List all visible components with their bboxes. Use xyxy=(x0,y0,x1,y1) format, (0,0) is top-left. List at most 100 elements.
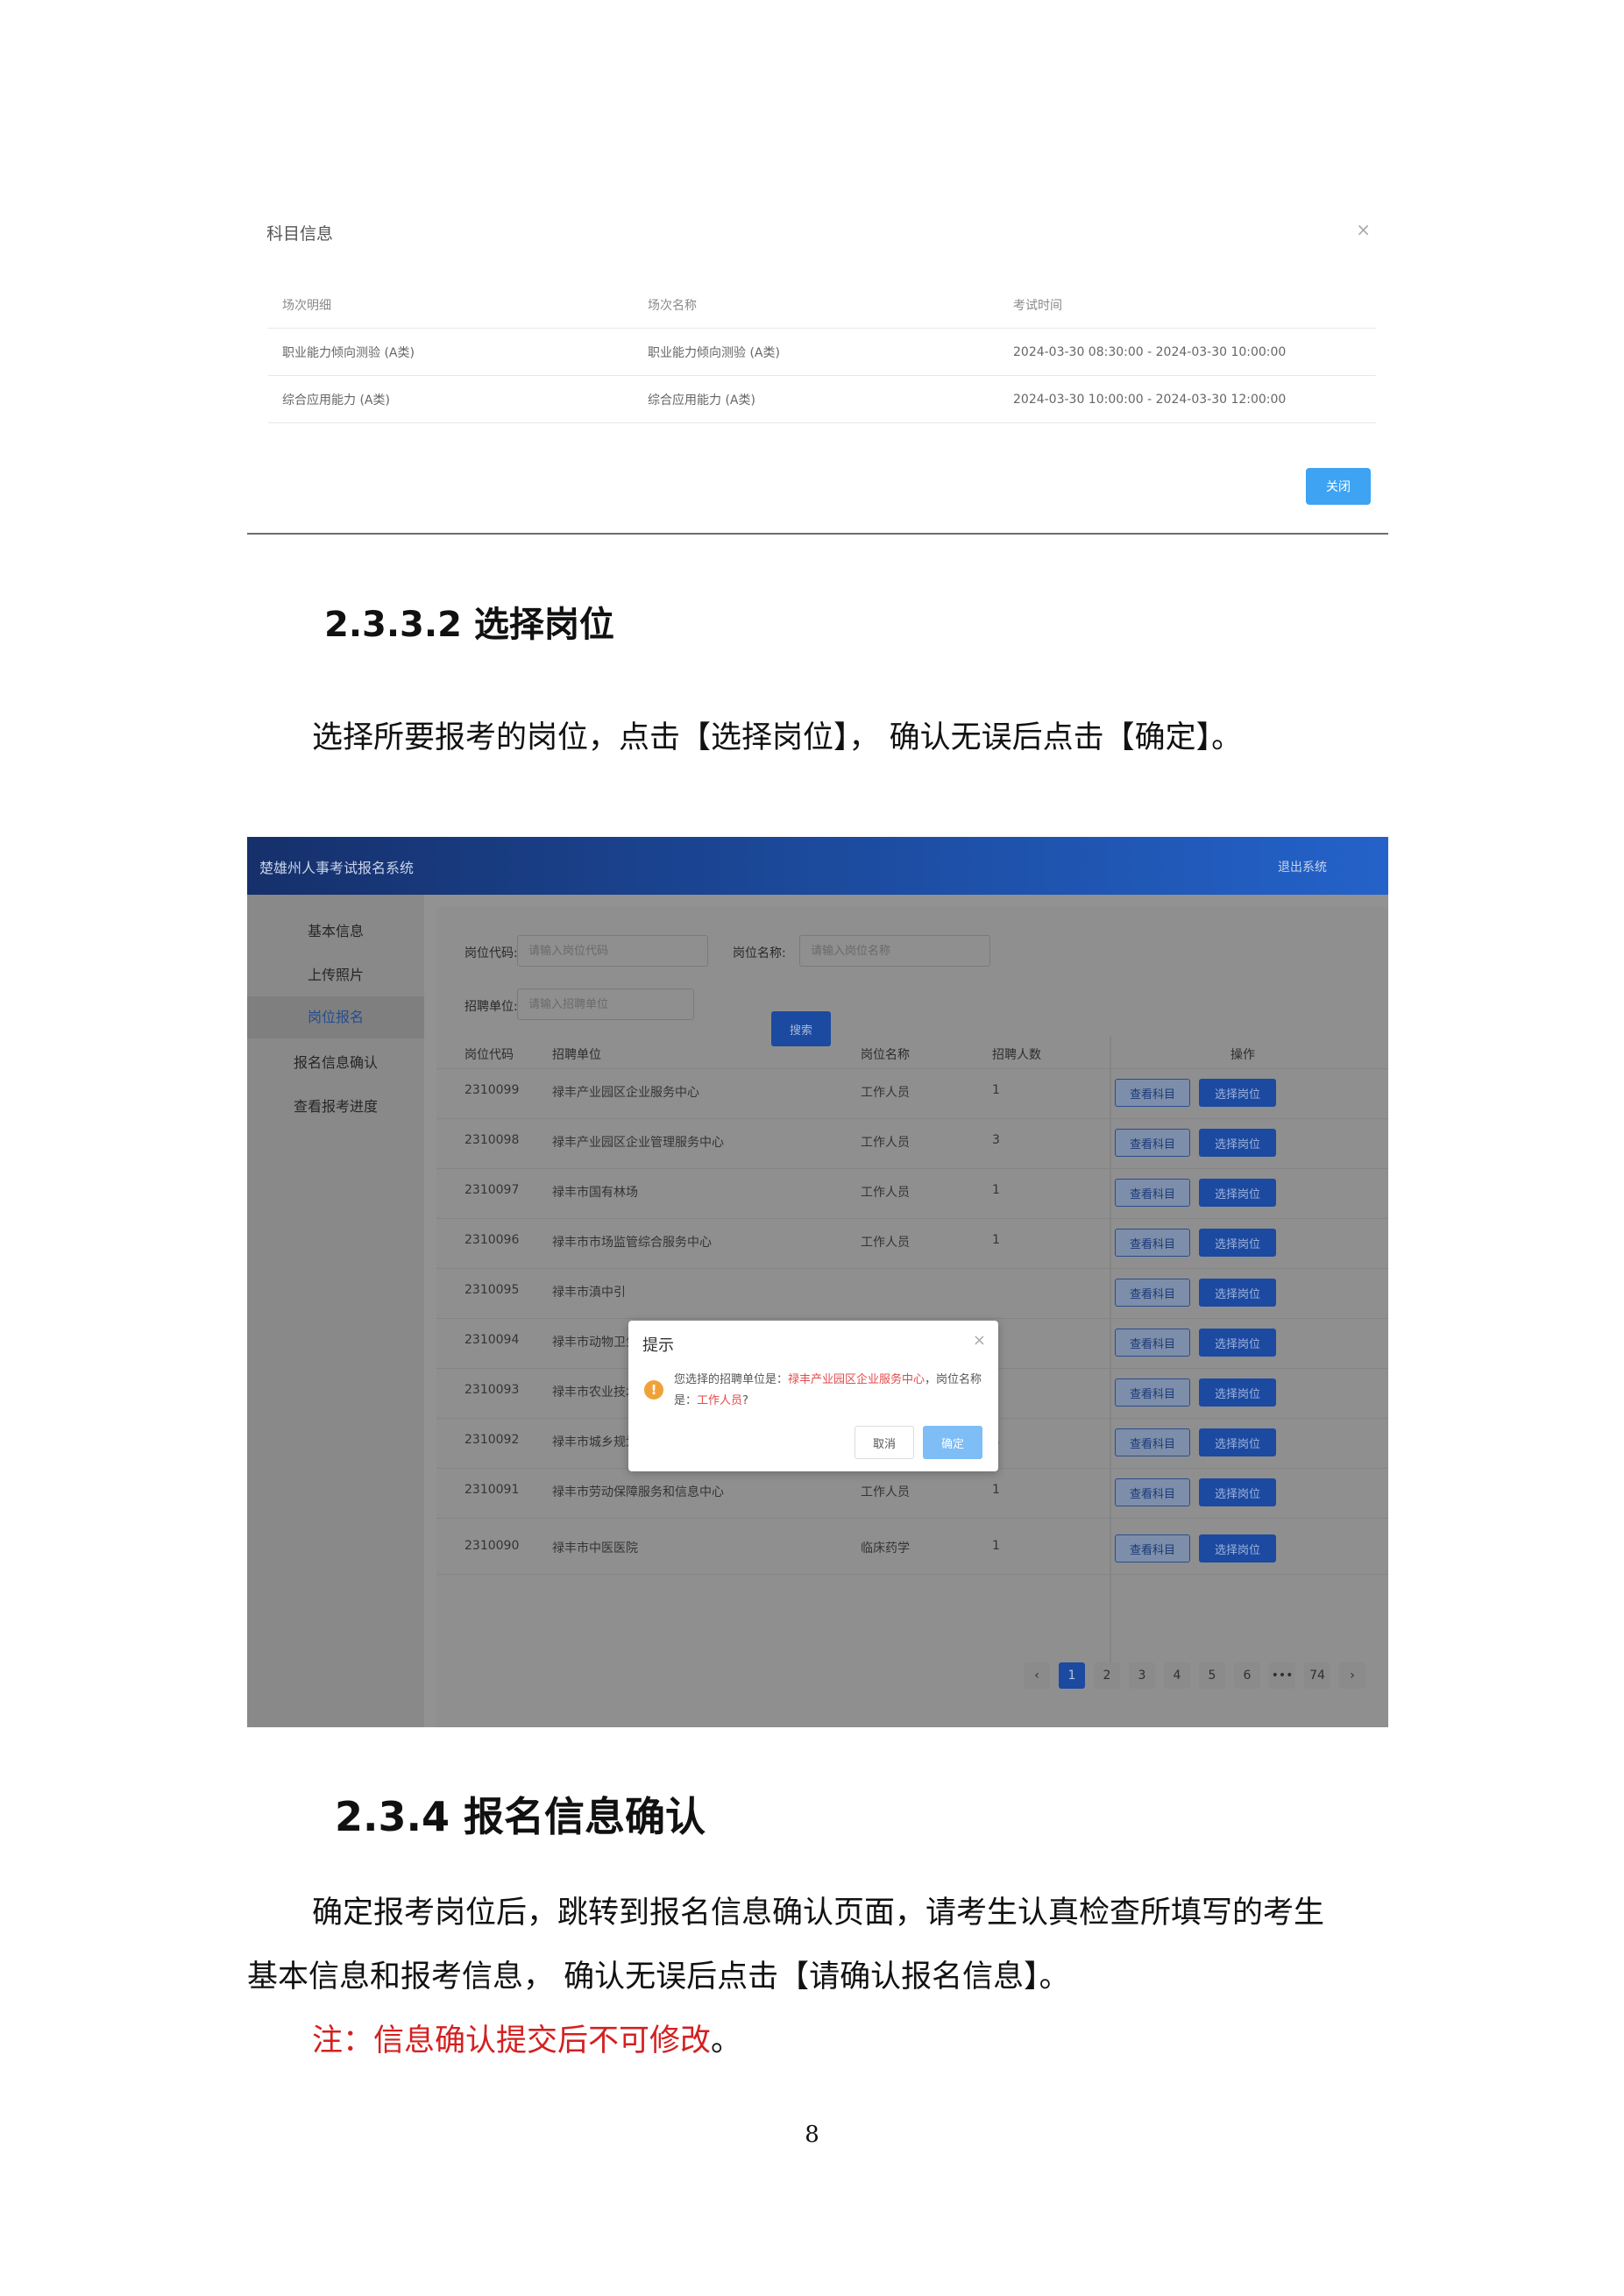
select-position-button[interactable]: 选择岗位 xyxy=(1199,1428,1276,1456)
select-position-button[interactable]: 选择岗位 xyxy=(1199,1378,1276,1407)
selected-position: 工作人员 xyxy=(697,1394,743,1407)
warning-icon: ! xyxy=(644,1380,663,1400)
logout-link[interactable]: 退出系统 xyxy=(1278,858,1327,875)
divider xyxy=(247,533,1388,535)
select-position-button[interactable]: 选择岗位 xyxy=(1199,1478,1276,1506)
headcount: 1 xyxy=(992,1083,1000,1097)
subject-table: 场次明细 场次名称 考试时间 职业能力倾向测验 (A类) 职业能力倾向测验 (A… xyxy=(268,282,1376,423)
subject-info-dialog: 科目信息 × 场次明细 场次名称 考试时间 职业能力倾向测验 (A类) 职业能力… xyxy=(247,195,1386,530)
page-button[interactable]: ••• xyxy=(1269,1662,1295,1689)
select-position-button[interactable]: 选择岗位 xyxy=(1199,1534,1276,1563)
close-button[interactable]: 关闭 xyxy=(1306,468,1371,505)
column-header: 岗位名称 xyxy=(861,1048,910,1062)
job-code: 2310096 xyxy=(465,1233,520,1247)
page-button[interactable]: 4 xyxy=(1164,1662,1190,1689)
select-position-button[interactable]: 选择岗位 xyxy=(1199,1329,1276,1357)
search-button[interactable]: 搜索 xyxy=(771,1011,831,1046)
cancel-button[interactable]: 取消 xyxy=(855,1426,914,1459)
job-code: 2310090 xyxy=(465,1539,520,1553)
modal-title: 提示 xyxy=(642,1336,674,1355)
page-button[interactable]: 2 xyxy=(1094,1662,1120,1689)
modal-message: 您选择的招聘单位是：禄丰产业园区企业服务中心，岗位名称是：工作人员? xyxy=(674,1370,982,1412)
table-row: 2310091 禄丰市劳动保障服务和信息中心 工作人员 1 查看科目 选择岗位 xyxy=(436,1468,1388,1519)
section-body: 选择所要报考的岗位，点击【选择岗位】， 确认无误后点击【确定】。 xyxy=(312,720,1243,755)
table-row: 2310097 禄丰市国有林场 工作人员 1 查看科目 选择岗位 xyxy=(436,1168,1388,1219)
pagination: ‹ 1 2 3 4 5 6 ••• 74 › xyxy=(1024,1662,1374,1689)
page-number: 8 xyxy=(805,2122,819,2148)
select-position-button[interactable]: 选择岗位 xyxy=(1199,1229,1276,1257)
note-text: 注：信息确认提交后不可修改 xyxy=(312,2023,712,2059)
sidebar-item-confirm-info[interactable]: 报名信息确认 xyxy=(247,1051,424,1072)
session-name: 职业能力倾向测验 (A类) xyxy=(634,328,999,376)
headcount: 3 xyxy=(992,1133,1000,1147)
job-code: 2310094 xyxy=(465,1333,520,1347)
next-page-button[interactable]: › xyxy=(1339,1662,1365,1689)
select-position-button[interactable]: 选择岗位 xyxy=(1199,1079,1276,1107)
code-input[interactable] xyxy=(517,935,708,967)
recruiting-unit: 禄丰市市场监管综合服务中心 xyxy=(552,1236,712,1250)
close-icon[interactable]: × xyxy=(973,1331,986,1350)
page-button[interactable]: 6 xyxy=(1234,1662,1260,1689)
select-position-button[interactable]: 选择岗位 xyxy=(1199,1279,1276,1307)
dialog-title: 科目信息 xyxy=(266,224,334,244)
view-subjects-button[interactable]: 查看科目 xyxy=(1115,1079,1190,1107)
view-subjects-button[interactable]: 查看科目 xyxy=(1115,1478,1190,1506)
view-subjects-button[interactable]: 查看科目 xyxy=(1115,1179,1190,1207)
confirm-button[interactable]: 确定 xyxy=(923,1426,982,1459)
headcount: 1 xyxy=(992,1483,1000,1497)
job-name: 工作人员 xyxy=(861,1136,910,1150)
column-header: 招聘单位 xyxy=(552,1048,601,1062)
session-name: 综合应用能力 (A类) xyxy=(634,375,999,423)
page-button[interactable]: 3 xyxy=(1129,1662,1155,1689)
select-position-button[interactable]: 选择岗位 xyxy=(1199,1129,1276,1157)
sidebar-item-job-application[interactable]: 岗位报名 xyxy=(247,996,427,1038)
column-header: 场次名称 xyxy=(634,282,999,329)
unit-label: 招聘单位: xyxy=(465,1000,518,1014)
note-period: 。 xyxy=(711,2023,742,2059)
job-code: 2310098 xyxy=(465,1133,520,1147)
headcount: 1 xyxy=(992,1539,1000,1553)
section-body-line: 确定报考岗位后，跳转到报名信息确认页面，请考生认真检查所填写的考生 xyxy=(312,1896,1325,1931)
recruiting-unit: 禄丰市国有林场 xyxy=(552,1186,638,1200)
section-heading: 2.3.3.2 选择岗位 xyxy=(324,605,614,645)
headcount: 1 xyxy=(992,1433,1062,1447)
table-row: 职业能力倾向测验 (A类) 职业能力倾向测验 (A类) 2024-03-30 0… xyxy=(268,328,1376,376)
view-subjects-button[interactable]: 查看科目 xyxy=(1115,1129,1190,1157)
page-button[interactable]: 74 xyxy=(1304,1662,1330,1689)
code-label: 岗位代码: xyxy=(465,946,518,960)
headcount: 1 xyxy=(992,1233,1000,1247)
exam-time: 2024-03-30 10:00:00 - 2024-03-30 12:00:0… xyxy=(999,375,1376,423)
view-subjects-button[interactable]: 查看科目 xyxy=(1115,1329,1190,1357)
recruiting-unit: 禄丰产业园区企业管理服务中心 xyxy=(552,1136,724,1150)
message-suffix: ? xyxy=(742,1394,748,1407)
table-row: 综合应用能力 (A类) 综合应用能力 (A类) 2024-03-30 10:00… xyxy=(268,375,1376,423)
select-position-button[interactable]: 选择岗位 xyxy=(1199,1179,1276,1207)
page-button[interactable]: 1 xyxy=(1059,1662,1085,1689)
job-name: 工作人员 xyxy=(861,1086,910,1100)
note: 注：信息确认提交后不可修改。 xyxy=(312,2016,741,2060)
prev-page-button[interactable]: ‹ xyxy=(1024,1662,1050,1689)
page-button[interactable]: 5 xyxy=(1199,1662,1225,1689)
unit-input[interactable] xyxy=(517,989,694,1020)
table-row: 2310098 禄丰产业园区企业管理服务中心 工作人员 3 查看科目 选择岗位 xyxy=(436,1118,1388,1169)
view-subjects-button[interactable]: 查看科目 xyxy=(1115,1229,1190,1257)
view-subjects-button[interactable]: 查看科目 xyxy=(1115,1534,1190,1563)
view-subjects-button[interactable]: 查看科目 xyxy=(1115,1428,1190,1456)
job-code: 2310097 xyxy=(465,1183,520,1197)
sidebar-item-upload-photo[interactable]: 上传照片 xyxy=(247,963,424,984)
job-name: 工作人员 xyxy=(861,1485,910,1499)
sidebar-item-progress[interactable]: 查看报考进度 xyxy=(247,1095,424,1116)
view-subjects-button[interactable]: 查看科目 xyxy=(1115,1279,1190,1307)
selected-unit: 禄丰产业园区企业服务中心 xyxy=(788,1373,925,1386)
headcount: 1 xyxy=(992,1183,1000,1197)
close-icon[interactable]: × xyxy=(1356,219,1371,240)
job-name: 临床药学 xyxy=(861,1541,910,1555)
table-row: 2310090 禄丰市中医医院 临床药学 1 查看科目 选择岗位 xyxy=(436,1524,1388,1575)
name-input[interactable] xyxy=(799,935,990,967)
sidebar-item-basic-info[interactable]: 基本信息 xyxy=(247,919,424,940)
view-subjects-button[interactable]: 查看科目 xyxy=(1115,1378,1190,1407)
column-header: 操作 xyxy=(1230,1048,1255,1062)
job-name: 工作人员 xyxy=(861,1236,910,1250)
system-title: 楚雄州人事考试报名系统 xyxy=(259,860,415,876)
session-detail: 职业能力倾向测验 (A类) xyxy=(268,328,634,376)
